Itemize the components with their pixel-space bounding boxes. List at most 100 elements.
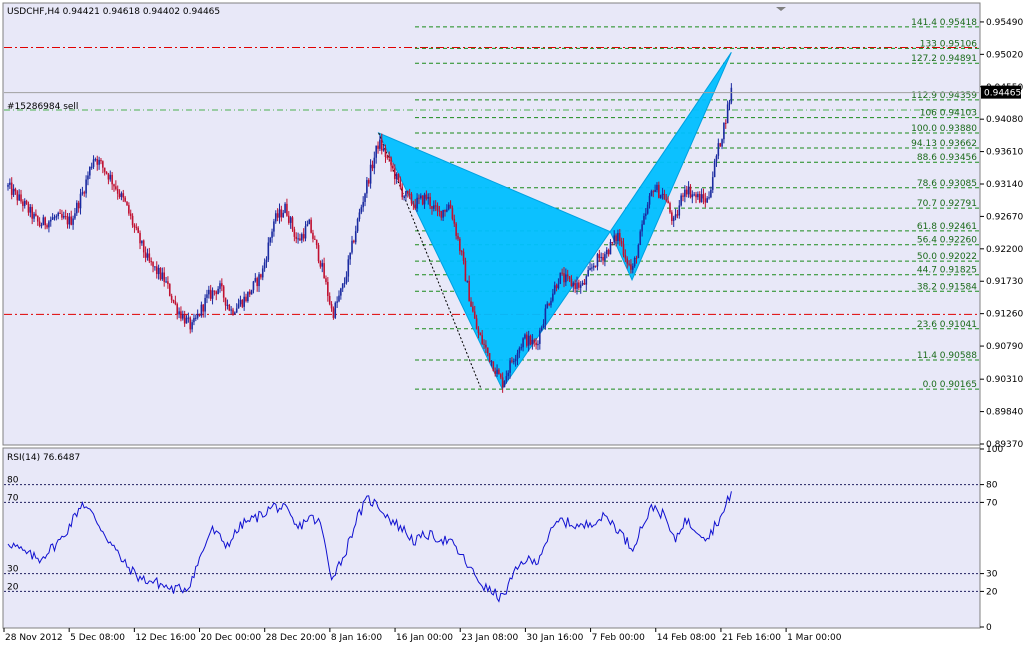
candle-body — [613, 235, 616, 243]
price-tick-label: 0.93610 — [986, 148, 1023, 158]
candle-body — [77, 202, 80, 209]
candle-body — [548, 303, 550, 306]
candle-body — [511, 360, 513, 362]
candle-body — [64, 215, 67, 217]
candle-body — [118, 193, 121, 197]
candle-body — [628, 263, 630, 265]
candle-body — [410, 194, 413, 204]
candle-body — [7, 184, 9, 187]
candle-body — [349, 252, 351, 260]
rsi-tick-label: 20 — [986, 587, 998, 597]
candle-body — [343, 282, 346, 284]
candle-body — [308, 219, 311, 225]
fib-level-label: 56.4 0.92260 — [917, 236, 977, 246]
time-tick-label: 12 Dec 16:00 — [135, 633, 196, 643]
candle-body — [278, 209, 281, 218]
candle-body — [451, 208, 454, 219]
candle-body — [395, 173, 398, 180]
candle-body — [362, 201, 364, 208]
candle-body — [340, 288, 342, 296]
candle-body — [477, 329, 480, 334]
candle-body — [180, 311, 182, 319]
candle-body — [237, 304, 240, 309]
candle-body — [695, 194, 697, 198]
candle-body — [663, 193, 666, 200]
candle-body — [565, 274, 567, 283]
candle — [228, 303, 231, 312]
candle-body — [105, 171, 108, 174]
candle-body — [90, 166, 93, 168]
candle-body — [271, 231, 273, 238]
candle-body — [185, 317, 188, 324]
candle — [421, 195, 424, 206]
candle-body — [455, 223, 457, 236]
candle-body — [674, 214, 677, 218]
rsi-tick-label: 100 — [986, 445, 1003, 455]
candle-body — [165, 281, 167, 283]
candle-body — [557, 283, 560, 289]
candle-body — [115, 186, 117, 190]
candle-body — [682, 195, 684, 197]
candle-body — [583, 282, 586, 285]
candle — [168, 283, 171, 297]
candle-body — [724, 122, 727, 124]
candle-body — [393, 168, 396, 180]
candle-body — [434, 205, 437, 207]
candle-body — [622, 243, 625, 256]
candle-body — [74, 213, 76, 219]
candle-body — [29, 206, 32, 213]
candle-body — [585, 276, 588, 285]
candle-body — [133, 225, 136, 228]
candle — [669, 201, 671, 214]
rsi-header: RSI(14) 76.6487 — [7, 453, 80, 463]
candle-body — [49, 219, 52, 222]
chart-header: USDCHF,H4 0.94421 0.94618 0.94402 0.9446… — [7, 7, 220, 17]
candle-body — [273, 221, 275, 232]
candle-body — [375, 145, 377, 158]
candle-body — [406, 191, 409, 194]
candle-body — [665, 199, 668, 201]
candle-body — [576, 282, 578, 289]
candle-body — [637, 244, 640, 259]
candle-body — [518, 348, 521, 354]
candle-body — [20, 194, 22, 202]
candle-body — [338, 295, 340, 302]
candle-body — [25, 200, 28, 204]
candle-body — [128, 205, 130, 214]
time-tick-label: 30 Jan 16:00 — [526, 633, 583, 643]
candle-body — [230, 309, 232, 311]
rsi-level-label: 30 — [7, 565, 19, 575]
candle-body — [540, 327, 543, 331]
candle-body — [388, 157, 390, 159]
fib-level-label: 11.4 0.90588 — [917, 351, 977, 361]
candle-body — [332, 308, 335, 318]
candle-body — [72, 218, 74, 225]
candle-body — [195, 317, 197, 319]
candle-body — [267, 242, 270, 260]
candle-body — [615, 235, 617, 242]
candle-body — [676, 214, 679, 216]
candle-body — [79, 193, 82, 209]
candle-body — [596, 254, 599, 267]
candle-body — [297, 238, 299, 240]
candle-body — [446, 209, 448, 212]
candle-body — [578, 282, 580, 288]
candle-body — [618, 232, 621, 242]
candle-body — [656, 184, 658, 190]
candle-body — [53, 217, 56, 219]
candle-body — [317, 245, 320, 262]
candle-body — [76, 202, 78, 214]
candle-body — [587, 269, 589, 277]
candle-body — [159, 267, 162, 280]
candle-body — [211, 290, 214, 299]
candle-body — [650, 191, 653, 196]
candle-body — [224, 297, 227, 306]
candle-body — [293, 229, 296, 237]
candle-body — [98, 159, 100, 165]
candle — [637, 243, 640, 259]
candle-body — [181, 314, 184, 319]
candle-body — [304, 226, 307, 239]
candle-body — [715, 155, 718, 161]
rsi-panel[interactable] — [2, 447, 981, 629]
candle-body — [631, 266, 634, 270]
